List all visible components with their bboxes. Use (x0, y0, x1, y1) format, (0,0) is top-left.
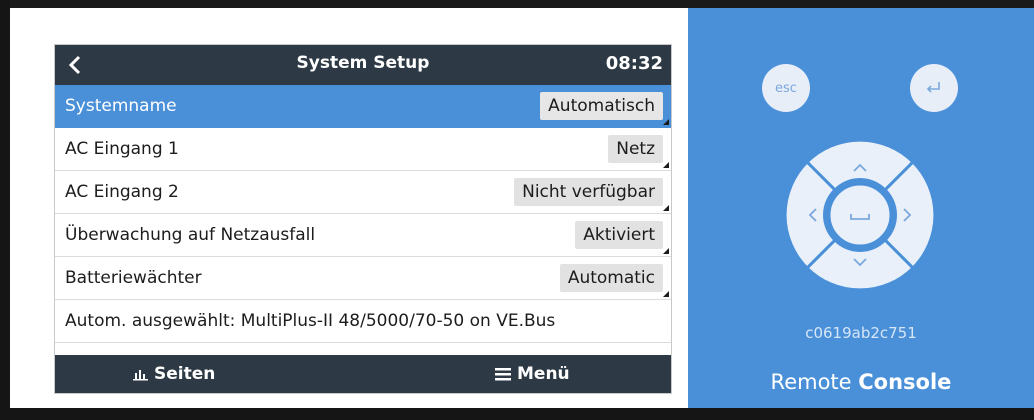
enter-button[interactable] (910, 64, 958, 112)
menu-button[interactable]: Menü (495, 355, 570, 393)
row-systemname[interactable]: Systemname Automatisch (55, 85, 671, 128)
dpad-control (785, 140, 935, 290)
settings-list: Systemname Automatisch AC Eingang 1 Netz… (55, 85, 671, 343)
row-value: Aktiviert (575, 221, 663, 249)
row-value: Netz (608, 135, 663, 163)
clock-time: 08:32 (605, 53, 663, 74)
bottom-bar: Seiten Menü (55, 355, 671, 393)
hamburger-icon (495, 368, 511, 381)
device-display: System Setup 08:32 Systemname Automatisc… (54, 44, 672, 394)
row-label: Autom. ausgewählt: MultiPlus-II 48/5000/… (65, 311, 556, 331)
editable-corner-marker (663, 205, 669, 211)
row-label: AC Eingang 2 (65, 182, 179, 202)
row-label: Batteriewächter (65, 268, 202, 288)
title-bold: Console (858, 370, 952, 394)
esc-label: esc (775, 80, 797, 96)
editable-corner-marker (663, 119, 669, 125)
screen-area: System Setup 08:32 Systemname Automatisc… (10, 8, 688, 408)
esc-button[interactable]: esc (762, 64, 810, 112)
editable-corner-marker (663, 162, 669, 168)
dpad-center-button[interactable] (827, 182, 893, 248)
editable-corner-marker (663, 291, 669, 297)
enter-return-icon (926, 82, 940, 93)
row-label: Systemname (65, 96, 177, 116)
row-label: Überwachung auf Netzausfall (65, 225, 316, 245)
pages-label: Seiten (154, 364, 216, 384)
editable-corner-marker (663, 248, 669, 254)
menu-label: Menü (517, 364, 570, 384)
page-title: System Setup (296, 53, 430, 73)
device-id: c0619ab2c751 (805, 324, 917, 342)
row-netzausfall-monitor[interactable]: Überwachung auf Netzausfall Aktiviert (55, 214, 671, 257)
row-ac-eingang-1[interactable]: AC Eingang 1 Netz (55, 128, 671, 171)
row-auto-selected-info[interactable]: Autom. ausgewählt: MultiPlus-II 48/5000/… (55, 300, 671, 343)
pages-button[interactable]: Seiten (133, 355, 215, 393)
row-value: Nicht verfügbar (514, 178, 663, 206)
title-light: Remote (770, 370, 852, 394)
row-label: AC Eingang 1 (65, 139, 179, 159)
remote-console-title: Remote Console (688, 370, 1034, 394)
title-bar: System Setup 08:32 (55, 45, 671, 85)
remote-control-panel: esc c0619ab2c751 Remote Console (688, 8, 1034, 408)
row-ac-eingang-2[interactable]: AC Eingang 2 Nicht verfügbar (55, 171, 671, 214)
bar-chart-icon (133, 370, 148, 381)
frame-left-edge (0, 0, 10, 420)
frame-bottom-edge (0, 408, 1034, 420)
row-batteriewaechter[interactable]: Batteriewächter Automatic (55, 257, 671, 300)
row-value: Automatisch (540, 92, 663, 120)
row-value: Automatic (559, 264, 663, 292)
